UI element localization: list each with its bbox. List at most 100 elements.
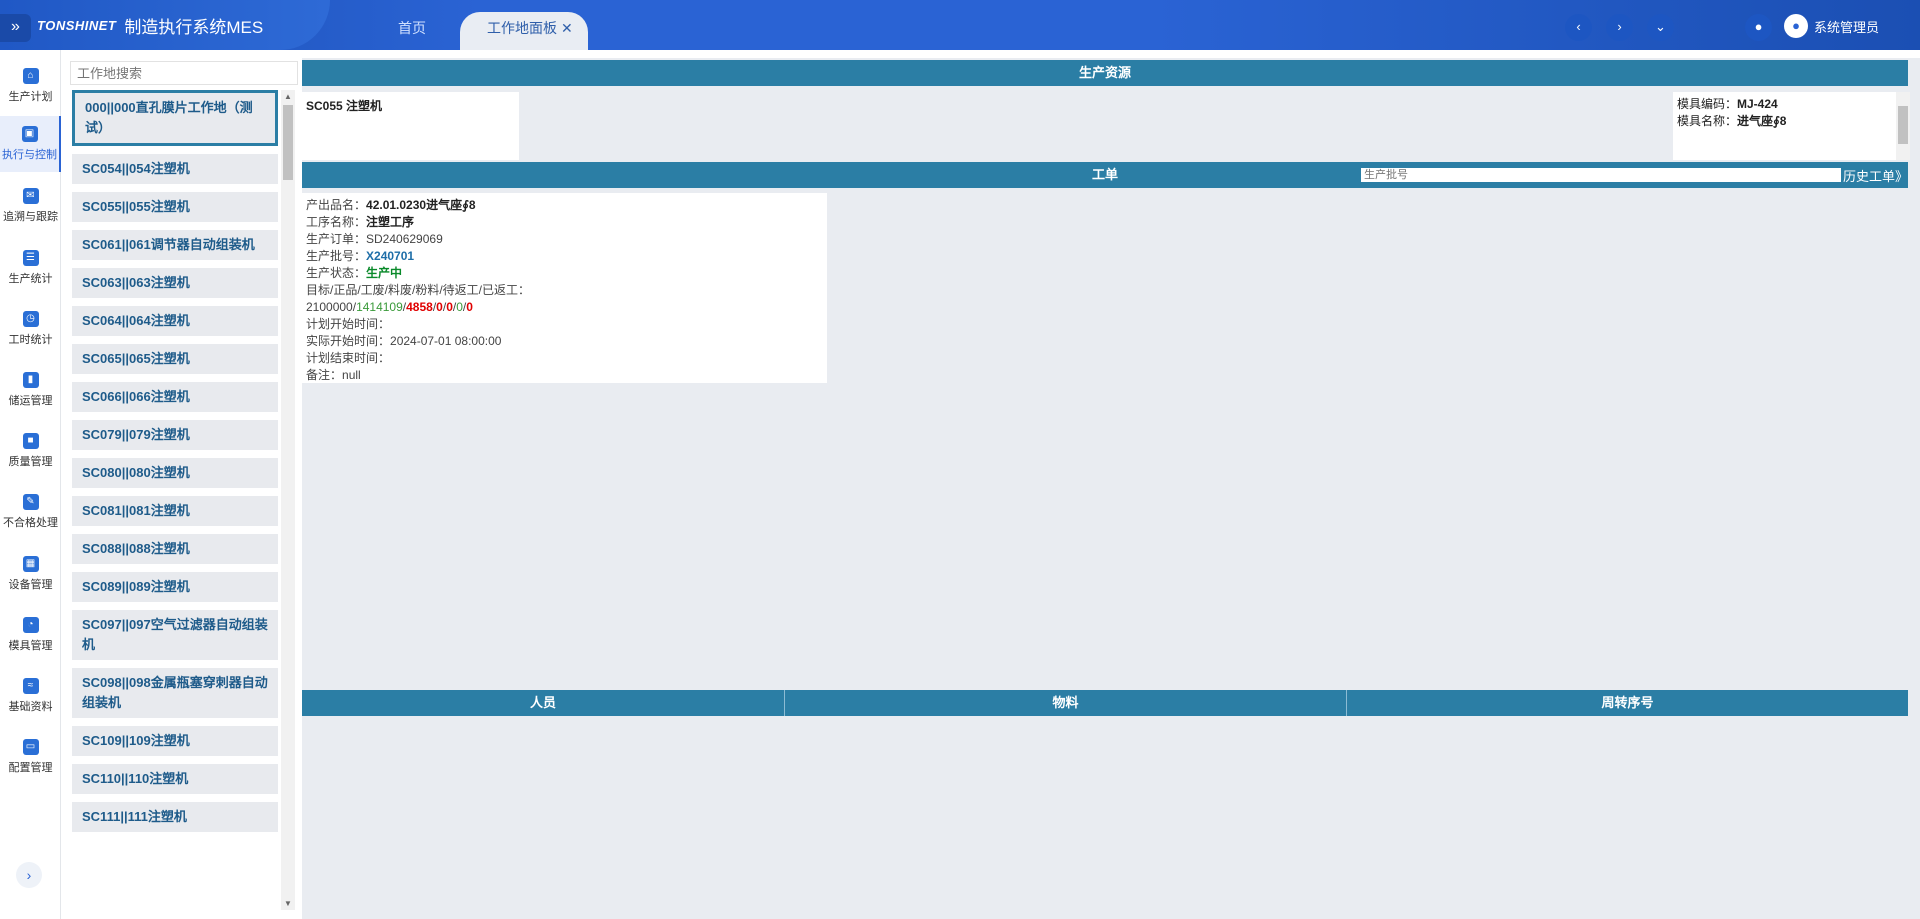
workstation-item[interactable]: SC109||109注塑机	[72, 726, 278, 756]
tab-workstation-panel[interactable]: 工作地面板 ✕	[460, 12, 588, 50]
nav-label: 模具管理	[8, 640, 53, 652]
edit-icon: ✎	[22, 494, 39, 510]
workstation-item[interactable]: SC066||066注塑机	[72, 382, 278, 412]
workstation-item[interactable]: 000||000直孔膜片工作地（测试）	[72, 90, 278, 146]
nav-item-traceability[interactable]: ✉ 追溯与跟踪	[0, 178, 61, 234]
workstation-scrollbar[interactable]: ▲ ▼	[281, 90, 295, 910]
pie-icon: ◔	[22, 617, 39, 633]
nav-label: 基础资料	[8, 701, 53, 713]
scrollbar-thumb[interactable]	[1898, 106, 1908, 144]
top-header: » TONSHINET 制造执行系统MES 首页 工作地面板 ✕ ‹ › ⌄ ● …	[0, 0, 1920, 50]
workstation-item[interactable]: SC097||097空气过滤器自动组装机	[72, 610, 278, 660]
workstation-search-input[interactable]	[70, 61, 298, 85]
workstation-item[interactable]: SC110||110注塑机	[72, 764, 278, 794]
database-icon: ≈	[22, 678, 39, 694]
workstation-item[interactable]: SC064||064注塑机	[72, 306, 278, 336]
nav-item-labor-stats[interactable]: ◷ 工时统计	[0, 301, 61, 357]
mold-code-label: 模具编码：	[1677, 97, 1738, 111]
powder-count: 0	[446, 300, 453, 314]
user-menu[interactable]: ● 系统管理员	[1784, 14, 1879, 38]
scrollbar-thumb[interactable]	[283, 105, 293, 180]
workstation-panel: 000||000直孔膜片工作地（测试） SC054||054注塑机 SC055|…	[68, 58, 300, 919]
list-icon: ☰	[22, 250, 39, 266]
nav-item-production-plan[interactable]: ⌂ 生产计划	[0, 58, 61, 114]
nav-label: 设备管理	[8, 579, 53, 591]
monitor-icon: ▭	[22, 739, 39, 755]
nav-item-equipment[interactable]: ▦ 设备管理	[0, 546, 61, 602]
batch-search-input[interactable]	[1361, 168, 1841, 182]
counts-values: 2100000/1414109/4858/0/0/0/0	[306, 299, 823, 316]
nav-item-logistics[interactable]: ▮ 储运管理	[0, 362, 61, 418]
product-value: 42.01.0230进气座∮8	[366, 198, 476, 212]
pending-rework-count: 0	[456, 300, 463, 314]
mold-name-label: 模具名称：	[1677, 114, 1738, 128]
left-nav: ⌂ 生产计划 ▣ 执行与控制 ✉ 追溯与跟踪 ☰ 生产统计 ◷ 工时统计 ▮ 储…	[0, 50, 61, 919]
nav-item-mold[interactable]: ◔ 模具管理	[0, 607, 61, 663]
scroll-up-icon[interactable]: ▲	[281, 92, 295, 101]
nav-label: 质量管理	[8, 456, 53, 468]
user-icon: ●	[1784, 14, 1808, 38]
remark-value: null	[342, 368, 361, 382]
nav-item-config[interactable]: ▭ 配置管理	[0, 729, 61, 785]
nav-item-quality[interactable]: ■ 质量管理	[0, 423, 61, 479]
workstation-item[interactable]: SC111||111注塑机	[72, 802, 278, 832]
scroll-down-icon[interactable]: ▼	[281, 899, 295, 908]
mold-name: 进气座∮8	[1737, 114, 1787, 128]
remark-label: 备注：	[306, 368, 343, 382]
tab-home[interactable]: 首页	[398, 12, 426, 50]
plan-start-label: 计划开始时间：	[306, 317, 391, 331]
workstation-item[interactable]: SC079||079注塑机	[72, 420, 278, 450]
personnel-header: 人员	[302, 690, 785, 716]
history-orders-button[interactable]: 历史工单》	[1843, 166, 1908, 185]
mold-code: MJ-424	[1737, 97, 1778, 111]
product-label: 产出品名：	[306, 198, 367, 212]
menu-collapse-button[interactable]: »	[0, 14, 31, 42]
tab-workstation-panel-label: 工作地面板	[487, 20, 557, 36]
workstation-item[interactable]: SC089||089注塑机	[72, 572, 278, 602]
resource-scrollbar[interactable]	[1896, 92, 1910, 160]
workstation-item[interactable]: SC065||065注塑机	[72, 344, 278, 374]
workstation-item[interactable]: SC080||080注塑机	[72, 458, 278, 488]
workstation-item[interactable]: SC063||063注塑机	[72, 268, 278, 298]
user-name: 系统管理员	[1814, 19, 1880, 35]
close-icon[interactable]: ✕	[561, 20, 573, 36]
workstation-item[interactable]: SC088||088注塑机	[72, 534, 278, 564]
order-label: 生产订单：	[306, 232, 367, 246]
status-value: 生产中	[366, 266, 403, 280]
process-value: 注塑工序	[366, 215, 415, 229]
calendar-icon: ▦	[22, 556, 39, 572]
bell-icon[interactable]: ●	[1745, 14, 1772, 41]
work-order-card: 产出品名：42.01.0230进气座∮8 工序名称：注塑工序 生产订单：SD24…	[302, 193, 827, 383]
workstation-item[interactable]: SC098||098金属瓶塞穿刺器自动组装机	[72, 668, 278, 718]
nav-label: 配置管理	[8, 762, 53, 774]
workstation-item[interactable]: SC061||061调节器自动组装机	[72, 230, 278, 260]
nav-label: 执行与控制	[2, 149, 57, 161]
good-count: 1414109	[356, 300, 403, 314]
reworked-count: 0	[466, 300, 473, 314]
nav-item-master-data[interactable]: ≈ 基础资料	[0, 668, 61, 724]
batch-label: 生产批号：	[306, 249, 367, 263]
nav-item-execution-control[interactable]: ▣ 执行与控制	[0, 116, 61, 172]
resources-header: 生产资源	[302, 60, 1908, 86]
nav-item-nonconforming[interactable]: ✎ 不合格处理	[0, 484, 61, 540]
workstation-list: 000||000直孔膜片工作地（测试） SC054||054注塑机 SC055|…	[68, 90, 280, 919]
material-header: 物料	[785, 690, 1347, 716]
status-label: 生产状态：	[306, 266, 367, 280]
chevron-left-icon[interactable]: ‹	[1565, 14, 1592, 41]
workstation-item[interactable]: SC054||054注塑机	[72, 154, 278, 184]
chevron-right-icon[interactable]: ›	[1606, 14, 1633, 41]
chevron-right-icon[interactable]: ›	[16, 862, 42, 888]
workstation-item[interactable]: SC055||055注塑机	[72, 192, 278, 222]
target-count: 2100000	[306, 300, 353, 314]
nav-label: 生产计划	[8, 91, 53, 103]
workstation-item[interactable]: SC081||081注塑机	[72, 496, 278, 526]
nav-label: 生产统计	[8, 273, 53, 285]
actual-start-label: 实际开始时间：	[306, 334, 391, 348]
counts-label: 目标/正品/工废/料废/粉料/待返工/已返工：	[306, 283, 531, 297]
chat-icon: ✉	[22, 188, 39, 204]
main-content: 生产资源 SC055 注塑机 模具编码：MJ-424 模具名称：进气座∮8 工单…	[302, 58, 1920, 919]
nav-item-production-stats[interactable]: ☰ 生产统计	[0, 240, 61, 296]
save-icon: ▣	[21, 126, 38, 142]
nav-label: 不合格处理	[3, 517, 58, 529]
chevron-down-icon[interactable]: ⌄	[1647, 14, 1674, 41]
